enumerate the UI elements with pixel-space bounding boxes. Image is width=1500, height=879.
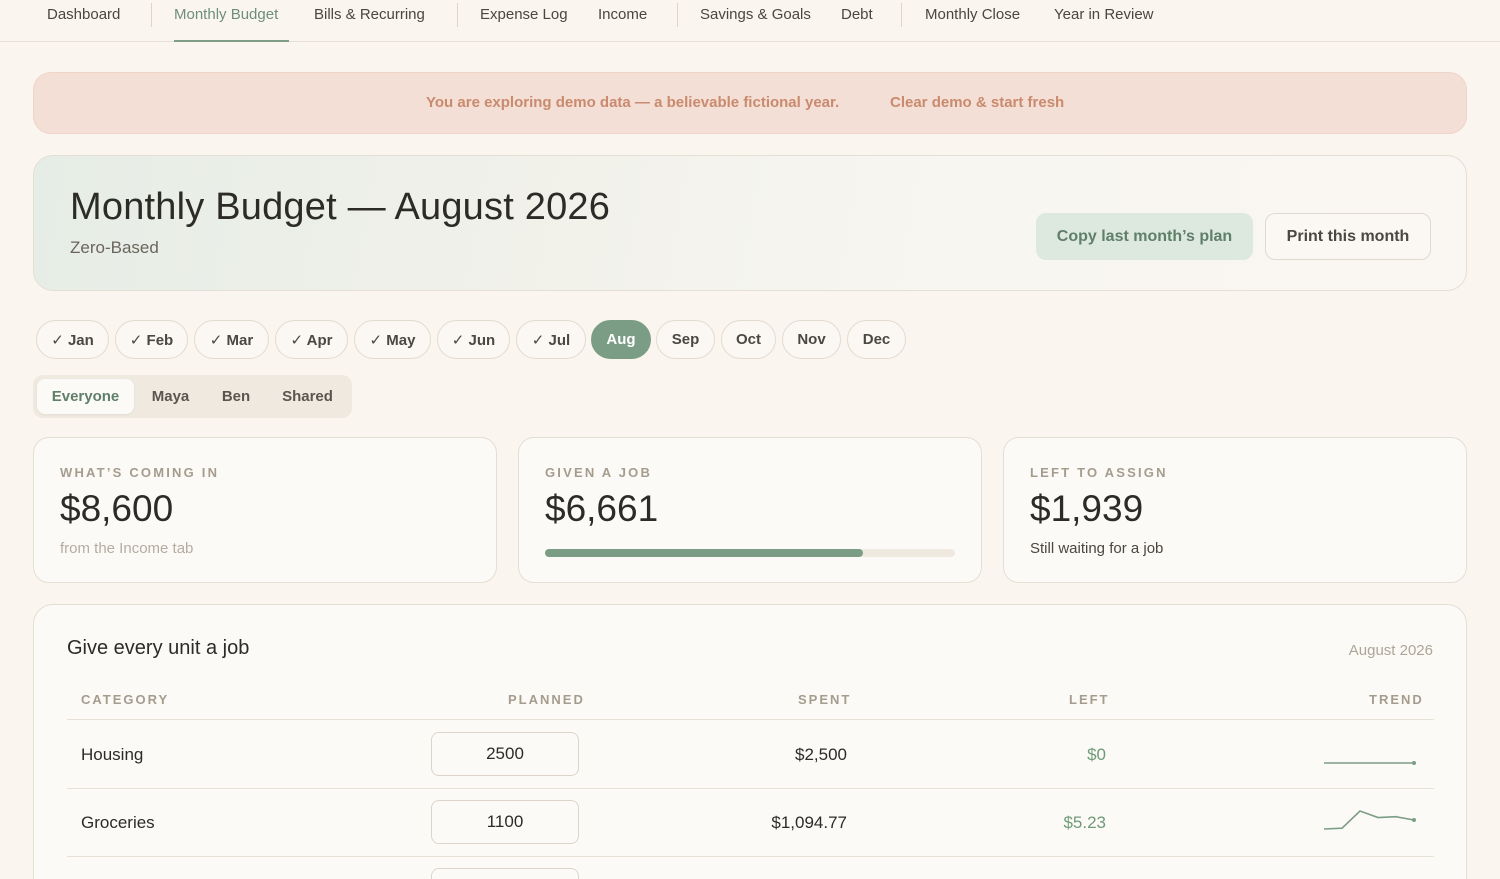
stat-label: GIVEN A JOB [545,465,653,480]
month-pill-jul[interactable]: ✓ Jul [516,320,586,359]
person-ben[interactable]: Ben [207,379,265,414]
nav-monthly-close[interactable]: Monthly Close [925,6,1020,23]
nav-bills-recurring[interactable]: Bills & Recurring [314,6,425,23]
stat-value: $8,600 [60,488,174,529]
left-amount: $5.23 [1063,813,1106,832]
demo-banner: You are exploring demo data — a believab… [33,72,1467,134]
planned-amount-input[interactable] [431,800,579,844]
top-nav: Dashboard Monthly Budget Bills & Recurri… [0,0,1500,42]
trend-sparkline [1324,761,1416,765]
planned-amount-input[interactable] [431,868,579,879]
month-pill-mar[interactable]: ✓ Mar [194,320,269,359]
stat-label: WHAT’S COMING IN [60,465,220,480]
nav-divider [151,3,152,27]
nav-dashboard[interactable]: Dashboard [47,6,120,23]
nav-expense-log[interactable]: Expense Log [480,6,568,23]
trend-endpoint [1412,818,1416,822]
nav-income[interactable]: Income [598,6,647,23]
nav-debt[interactable]: Debt [841,6,873,23]
panel-title: Give every unit a job [67,637,250,659]
category-name: Housing [81,745,144,764]
stat-value: $1,939 [1030,488,1144,529]
nav-active-indicator [174,40,289,42]
month-pill-aug[interactable]: Aug [591,320,651,359]
spent-amount: $1,094.77 [771,813,847,832]
trend-line [1323,810,1415,830]
assigned-progress-bar [545,549,955,557]
panel-period: August 2026 [1348,642,1433,659]
person-filter: Everyone Maya Ben Shared [33,375,352,418]
month-pill-sep[interactable]: Sep [656,320,715,359]
nav-monthly-budget[interactable]: Monthly Budget [174,6,278,23]
stat-value: $6,661 [545,488,659,529]
page-title: Monthly Budget — August 2026 [70,186,611,228]
nav-divider [457,3,458,27]
month-pill-apr[interactable]: ✓ Apr [275,320,348,359]
clear-demo-link[interactable]: Clear demo & start fresh [890,94,1064,111]
nav-savings-goals[interactable]: Savings & Goals [700,6,811,23]
person-maya[interactable]: Maya [138,379,203,414]
column-header-spent: SPENT [798,692,852,707]
assigned-progress-fill [545,549,863,557]
left-amount: $0 [1087,745,1106,764]
nav-divider [901,3,902,27]
copy-last-month-button[interactable]: Copy last month’s plan [1036,213,1253,260]
trend-sparkline [1323,810,1416,830]
table-divider [67,788,1434,789]
column-header-left: LEFT [1069,692,1110,707]
person-everyone[interactable]: Everyone [37,379,134,414]
table-divider [67,719,1434,720]
column-header-planned: PLANNED [508,692,585,707]
stat-note: from the Income tab [60,540,194,557]
stat-card-left-to-assign: LEFT TO ASSIGN $1,939 Still waiting for … [1003,437,1467,583]
stat-note: Still waiting for a job [1030,540,1164,557]
month-pill-may[interactable]: ✓ May [354,320,431,359]
demo-banner-message: You are exploring demo data — a believab… [426,94,840,111]
category-name: Groceries [81,813,155,832]
month-pill-jan[interactable]: ✓ Jan [36,320,109,359]
column-header-trend: TREND [1369,692,1424,707]
budget-header: Monthly Budget — August 2026 Zero-Based … [33,155,1467,291]
month-pill-oct[interactable]: Oct [721,320,776,359]
stat-card-given-a-job: GIVEN A JOB $6,661 [518,437,982,583]
person-shared[interactable]: Shared [269,379,346,414]
spent-amount: $2,500 [795,745,847,764]
nav-year-in-review[interactable]: Year in Review [1054,6,1154,23]
budget-method: Zero-Based [70,238,159,257]
month-pill-jun[interactable]: ✓ Jun [437,320,510,359]
print-month-button[interactable]: Print this month [1265,213,1431,260]
category-budget-panel: Give every unit a job August 2026 CATEGO… [33,604,1467,879]
nav-divider [677,3,678,27]
column-header-category: CATEGORY [81,692,170,707]
planned-amount-input[interactable] [431,732,579,776]
trend-endpoint [1412,761,1416,765]
month-pill-dec[interactable]: Dec [847,320,906,359]
month-pill-feb[interactable]: ✓ Feb [115,320,188,359]
stat-card-coming-in: WHAT’S COMING IN $8,600 from the Income … [33,437,497,583]
stat-label: LEFT TO ASSIGN [1030,465,1168,480]
month-pill-nov[interactable]: Nov [782,320,841,359]
table-divider [67,856,1434,857]
